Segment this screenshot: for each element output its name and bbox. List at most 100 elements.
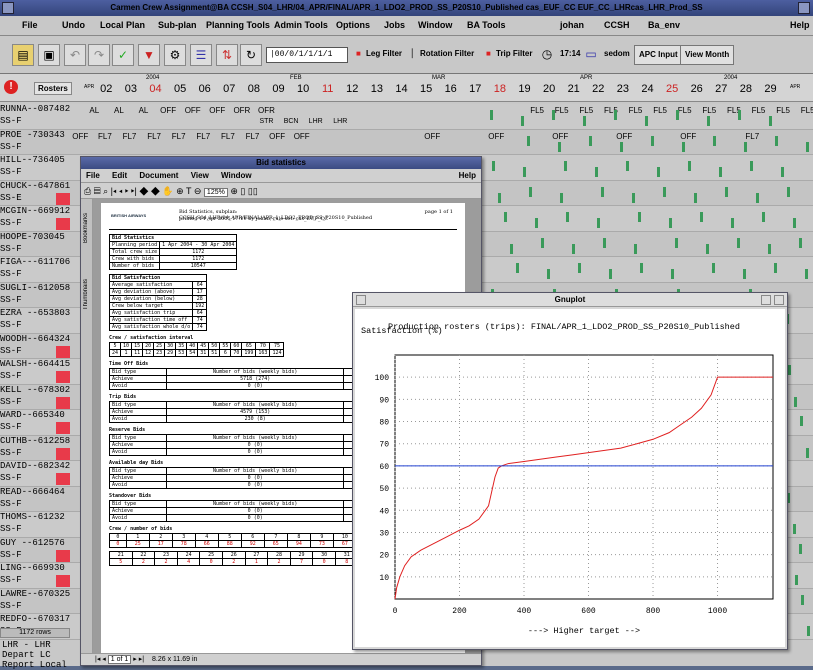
two-page-icon[interactable]: ▯▯ [248, 186, 258, 196]
crew-name[interactable]: WALSH--664415 [0, 359, 70, 369]
menu-sub-plan[interactable]: Sub-plan [158, 20, 197, 30]
gnuplot-minimize-icon[interactable] [761, 295, 771, 305]
status-last-icon[interactable]: ▸| [139, 656, 144, 663]
menu-help[interactable]: Help [790, 20, 810, 30]
duty-cell[interactable]: OFF [205, 104, 230, 118]
open-folder-icon[interactable]: ▤ [12, 44, 34, 66]
undo-icon[interactable]: ↶ [64, 44, 86, 66]
thumbnails-tab[interactable]: Thumbnails [83, 279, 89, 310]
crew-name[interactable]: PROE -730343 [0, 130, 70, 140]
menu-ccsh[interactable]: CCSH [604, 20, 630, 30]
redo-icon[interactable]: ↷ [88, 44, 110, 66]
page-view-icon[interactable]: ▯ [240, 186, 245, 196]
rosters-button[interactable]: Rosters [34, 82, 72, 95]
duty-cell[interactable]: FL7 [216, 130, 241, 144]
back-icon[interactable]: ◆ [139, 186, 148, 196]
crew-name[interactable]: WOODH--664324 [0, 334, 70, 344]
crew-name[interactable]: SUGLI--612058 [0, 283, 70, 293]
duty-cell[interactable]: FL7 [142, 130, 167, 144]
crew-name[interactable]: CHUCK--647861 [0, 181, 70, 191]
list-icon[interactable]: ☰ [190, 44, 212, 66]
duty-cell[interactable]: OFR [230, 104, 255, 118]
duty-cell[interactable]: FL5 [599, 104, 624, 118]
gnuplot-menu-icon[interactable] [356, 295, 366, 305]
bid-menu-window[interactable]: Window [221, 171, 252, 180]
gnuplot-close-icon[interactable] [774, 295, 784, 305]
status-first-icon[interactable]: |◂ [95, 656, 100, 663]
roster-row[interactable]: RUNNA--087482 SS-F AL AL AL OFF OFF OFF OFR OFR FL… [0, 104, 813, 130]
duty-cell[interactable]: OFF [289, 130, 314, 144]
zoom-tool-icon[interactable]: ⊕ [176, 186, 184, 196]
window-menu-icon[interactable] [2, 2, 14, 14]
duty-cell[interactable]: FL7 [240, 130, 265, 144]
view-month-button[interactable]: View Month [680, 45, 735, 65]
find-icon[interactable]: ⌕ [103, 186, 108, 196]
duty-cell[interactable]: AL [107, 104, 132, 118]
menu-planning-tools[interactable]: Planning Tools [206, 20, 270, 30]
duty-cell[interactable]: AL [82, 104, 107, 118]
duty-cell[interactable]: OFF [676, 130, 701, 144]
next-page-icon[interactable]: ▸ [125, 186, 128, 196]
duty-cell[interactable]: FL5 [771, 104, 796, 118]
bid-menu-view[interactable]: View [191, 171, 209, 180]
duty-sub-cell[interactable]: LHR [328, 115, 353, 129]
compare-icon[interactable]: ⇅ [216, 44, 238, 66]
window-close-icon[interactable] [798, 2, 810, 14]
bid-menu-file[interactable]: File [86, 171, 100, 180]
duty-cell[interactable]: OFF [68, 130, 93, 144]
crew-name[interactable]: WARD--665340 [0, 410, 70, 420]
bid-menu-help[interactable]: Help [459, 169, 476, 183]
duty-cell[interactable]: OFF [612, 130, 637, 144]
crew-name[interactable]: HILL--736405 [0, 155, 70, 165]
status-next-icon[interactable]: ▸ [133, 656, 137, 663]
menu-johan[interactable]: johan [560, 20, 584, 30]
duty-cell[interactable]: OFF [484, 130, 509, 144]
prev-page-icon[interactable]: ◂ [119, 186, 122, 196]
checkmark-icon[interactable]: ✓ [112, 44, 134, 66]
menu-admin-tools[interactable]: Admin Tools [274, 20, 328, 30]
crew-name[interactable]: THOMS--61232 [0, 512, 70, 522]
crew-name[interactable]: READ--666464 [0, 487, 70, 497]
duty-cell[interactable]: FL5 [722, 104, 747, 118]
menu-undo[interactable]: Undo [62, 20, 85, 30]
menu-jobs[interactable]: Jobs [384, 20, 405, 30]
menu-window[interactable]: Window [418, 20, 452, 30]
filter-icon[interactable]: ▼ [138, 44, 160, 66]
refresh-icon[interactable]: ↻ [240, 44, 262, 66]
bookmarks-tab[interactable]: Bookmarks [83, 213, 89, 243]
hand-tool-icon[interactable]: ✋ [162, 186, 173, 196]
zoom-out-icon[interactable]: ⊖ [194, 186, 202, 196]
crew-name[interactable]: FIGA---611706 [0, 257, 70, 267]
duty-cell[interactable]: FL5 [746, 104, 771, 118]
menu-local-plan[interactable]: Local Plan [100, 20, 145, 30]
menu-options[interactable]: Options [336, 20, 370, 30]
save-icon[interactable]: ▣ [38, 44, 60, 66]
zoom-in-icon[interactable]: ⊕ [230, 186, 238, 196]
crew-name[interactable]: LAWRE--670325 [0, 589, 70, 599]
duty-sub-cell[interactable]: LHR [303, 115, 328, 129]
status-prev-icon[interactable]: ◂ [102, 656, 106, 663]
crew-name[interactable]: EZRA --653803 [0, 308, 70, 318]
last-page-icon[interactable]: ▸| [131, 186, 137, 196]
crew-swap-icon[interactable]: ⚙ [164, 44, 186, 66]
crew-name[interactable]: CUTHB--612258 [0, 436, 70, 446]
duty-cell[interactable]: FL7 [93, 130, 118, 144]
text-tool-icon[interactable]: T [186, 186, 191, 196]
crew-name[interactable]: KELL --678302 [0, 385, 70, 395]
rotation-filter-toggle[interactable]: Rotation Filter [420, 49, 474, 58]
date-field[interactable]: |00/0/1/1/1/1 [266, 47, 348, 63]
print-icon[interactable]: ⎙ [84, 186, 91, 196]
bid-menu-document[interactable]: Document [139, 171, 178, 180]
status-page[interactable]: 1 of 1 [107, 655, 132, 664]
bid-menu-edit[interactable]: Edit [112, 171, 127, 180]
crew-name[interactable]: REDFO--670317 [0, 614, 70, 624]
duty-cell[interactable]: FL7 [117, 130, 142, 144]
crew-name[interactable]: MCGIN--669912 [0, 206, 70, 216]
duty-sub-cell[interactable]: STR [254, 115, 279, 129]
zoom-level[interactable]: 125% [203, 188, 228, 197]
save-doc-icon[interactable]: ▤ [94, 186, 101, 196]
crew-name[interactable]: GUY --612576 [0, 538, 70, 548]
duty-cell[interactable]: FL5 [574, 104, 599, 118]
crew-name[interactable]: RUNNA--087482 [0, 104, 70, 114]
first-page-icon[interactable]: |◂ [111, 186, 117, 196]
